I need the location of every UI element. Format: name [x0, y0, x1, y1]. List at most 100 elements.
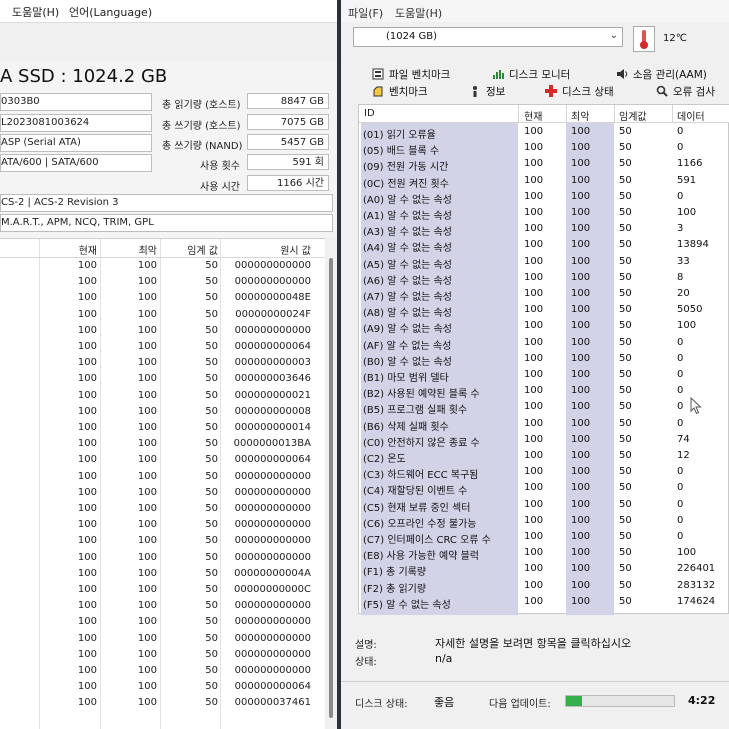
col-threshold-right[interactable]: 임계값: [619, 108, 647, 123]
table-row[interactable]: 100 100 50 000000000000: [0, 274, 325, 290]
table-row[interactable]: 100 100 50 000000000000: [0, 663, 325, 679]
table-row[interactable]: 100 100 50 000000000003: [0, 355, 325, 371]
menu-help-right[interactable]: 도움말(H): [395, 5, 442, 21]
smart-attribute-row[interactable]: (AF) 알 수 없는 속성 100 100 50 0: [359, 335, 729, 352]
smart-attribute-row[interactable]: (09) 전원 가동 시간 100 100 50 1166: [359, 156, 729, 173]
info-icon: [469, 85, 481, 97]
smart-attribute-row[interactable]: (05) 배드 블록 수 100 100 50 0: [359, 140, 729, 157]
menu-help[interactable]: 도움말(H): [12, 4, 59, 20]
smart-attribute-row[interactable]: (0C) 전원 켜진 횟수 100 100 50 591: [359, 173, 729, 190]
table-row[interactable]: 100 100 50 00000000004A: [0, 566, 325, 582]
tab-aam[interactable]: 소음 관리(AAM): [616, 67, 707, 82]
table-row[interactable]: 100 100 50 000000000064: [0, 679, 325, 695]
tab-info[interactable]: 정보: [469, 84, 505, 99]
smart-attribute-row[interactable]: (A9) 알 수 없는 속성 100 100 50 100: [359, 318, 729, 335]
table-row[interactable]: 100 100 50 000000000000: [0, 501, 325, 517]
table-cell: 100: [137, 292, 157, 304]
table-cell: 50: [205, 470, 218, 482]
table-row[interactable]: 100 100 50 000000000021: [0, 388, 325, 404]
table-row[interactable]: 100 100 50 000000000000: [0, 258, 325, 274]
smart-attribute-row[interactable]: (C2) 온도 100 100 50 12: [359, 448, 729, 465]
smart-attribute-row[interactable]: (A6) 알 수 없는 속성 100 100 50 8: [359, 270, 729, 287]
table-row[interactable]: 100 100 50 000000000000: [0, 550, 325, 566]
menu-file[interactable]: 파일(F): [348, 5, 383, 21]
smart-attribute-row[interactable]: (B5) 프로그램 실패 횟수 100 100 50 0: [359, 399, 729, 416]
smart-attribute-row[interactable]: (A3) 알 수 없는 속성 100 100 50 3: [359, 221, 729, 238]
col-worst[interactable]: 최악: [139, 242, 157, 257]
menu-language[interactable]: 언어(Language): [69, 4, 152, 20]
tab-benchmark[interactable]: 벤치마크: [372, 84, 428, 99]
attribute-value: 100: [524, 369, 544, 380]
table-row[interactable]: 100 100 50 000000000000: [0, 647, 325, 663]
attribute-value: 50: [619, 223, 632, 235]
smart-attribute-row[interactable]: (A0) 알 수 없는 속성 100 100 50 0: [359, 189, 729, 206]
smart-attribute-row[interactable]: (C4) 재할당된 이벤트 수 100 100 50 0: [359, 480, 729, 497]
attribute-value: 50: [619, 304, 632, 316]
attribute-value: 100: [524, 207, 544, 218]
attribute-value: 12: [677, 450, 690, 461]
table-row[interactable]: 100 100 50 000000000008: [0, 404, 325, 420]
table-row[interactable]: 100 100 50 000000037461: [0, 695, 325, 711]
tab-disk-health[interactable]: 디스크 상태: [545, 84, 614, 99]
table-row[interactable]: 100 100 50 000000000000: [0, 598, 325, 614]
col-worst-right[interactable]: 최악: [571, 108, 589, 123]
tab-file-benchmark[interactable]: 파일 벤치마크: [372, 67, 450, 82]
smart-attribute-row[interactable]: (C5) 현재 보류 중인 섹터 100 100 50 0: [359, 497, 729, 514]
attribute-name: (A5) 알 수 없는 속성: [363, 259, 452, 271]
table-row[interactable]: 100 100 50 00000000048E: [0, 290, 325, 306]
table-cell: 100: [77, 470, 97, 482]
tab-disk-monitor[interactable]: 디스크 모니터: [492, 67, 570, 82]
smart-attribute-row[interactable]: (C7) 인터페이스 CRC 오류 수 100 100 50 0: [359, 529, 729, 546]
col-threshold[interactable]: 임계 값: [187, 242, 218, 257]
smart-attribute-row[interactable]: (A1) 알 수 없는 속성 100 100 50 100: [359, 205, 729, 222]
tab-error-scan[interactable]: 오류 검사: [656, 84, 715, 99]
table-row[interactable]: 100 100 50 000000000000: [0, 469, 325, 485]
attribute-name: (C5) 현재 보류 중인 섹터: [363, 502, 471, 514]
left-smart-table: 현재 최악 임계 값 원시 값 100 100 50 000000000000 100 1…: [0, 238, 325, 729]
smart-attribute-row[interactable]: (A4) 알 수 없는 속성 100 100 50 13894: [359, 237, 729, 254]
disk-status-label: 디스크 상태:: [355, 699, 408, 710]
smart-attribute-row[interactable]: (B6) 삭제 실패 횟수 100 100 50 0: [359, 416, 729, 433]
smart-attribute-row[interactable]: (B0) 알 수 없는 속성 100 100 50 0: [359, 351, 729, 368]
smart-attribute-row[interactable]: (C6) 오프라인 수정 불가능 100 100 50 0: [359, 513, 729, 530]
table-row[interactable]: 100 100 50 000000003646: [0, 371, 325, 387]
smart-attribute-row[interactable]: (C3) 하드웨어 ECC 복구됨 100 100 50 0: [359, 464, 729, 481]
attribute-value: 100: [571, 466, 591, 478]
smart-attribute-row[interactable]: (C0) 안전하지 않은 종료 수 100 100 50 74: [359, 432, 729, 449]
table-row[interactable]: 100 100 50 000000000000: [0, 614, 325, 630]
attribute-value: 50: [619, 547, 632, 559]
smart-attribute-row[interactable]: (A7) 알 수 없는 속성 100 100 50 20: [359, 286, 729, 303]
table-row[interactable]: 100 100 50 00000000000C: [0, 582, 325, 598]
table-row[interactable]: 100 100 50 0000000013BA: [0, 436, 325, 452]
left-scrollbar[interactable]: [325, 238, 337, 729]
col-current-right[interactable]: 현재: [524, 108, 542, 123]
col-raw[interactable]: 원시 값: [280, 242, 311, 257]
table-row[interactable]: 100 100 50 000000000000: [0, 631, 325, 647]
table-row[interactable]: 100 100 50 000000000000: [0, 533, 325, 549]
smart-attribute-row[interactable]: (B1) 마모 범위 델타 100 100 50 0: [359, 367, 729, 384]
smart-attribute-row[interactable]: (F5) 알 수 없는 속성 100 100 50 174624: [359, 594, 729, 611]
col-data[interactable]: 데이터: [677, 108, 705, 123]
smart-attribute-row[interactable]: (A5) 알 수 없는 속성 100 100 50 33: [359, 254, 729, 271]
smart-attribute-row[interactable]: (A8) 알 수 없는 속성 100 100 50 5050: [359, 302, 729, 319]
table-row[interactable]: 100 100 50 00000000024F: [0, 307, 325, 323]
table-row[interactable]: 100 100 50 000000000000: [0, 485, 325, 501]
table-row[interactable]: 100 100 50 000000000014: [0, 420, 325, 436]
col-id[interactable]: ID: [364, 108, 375, 119]
attribute-value: 50: [619, 142, 632, 154]
table-row[interactable]: 100 100 50 000000000064: [0, 452, 325, 468]
drive-select[interactable]: (1024 GB) ⌄: [353, 27, 623, 47]
table-cell: 50: [205, 422, 218, 433]
smart-attribute-row[interactable]: (F1) 총 기록량 100 100 50 226401: [359, 561, 729, 578]
smart-attribute-row[interactable]: (E8) 사용 가능한 예약 블럭 100 100 50 100: [359, 545, 729, 562]
table-row[interactable]: 100 100 50 000000000064: [0, 339, 325, 355]
smart-attribute-row[interactable]: (01) 읽기 오류율 100 100 50 0: [359, 124, 729, 141]
col-current[interactable]: 현재: [79, 242, 97, 257]
smart-attribute-row[interactable]: (F2) 총 읽기량 100 100 50 283132: [359, 578, 729, 595]
smart-attribute-row[interactable]: (B2) 사용된 예약된 블록 수 100 100 50 0: [359, 383, 729, 400]
next-update-label: 다음 업데이트:: [489, 699, 551, 710]
left-scrollbar-thumb[interactable]: [329, 258, 333, 718]
table-row[interactable]: 100 100 50 000000000000: [0, 323, 325, 339]
table-row[interactable]: 100 100 50 000000000000: [0, 517, 325, 533]
table-cell: 000000000008: [234, 405, 311, 417]
